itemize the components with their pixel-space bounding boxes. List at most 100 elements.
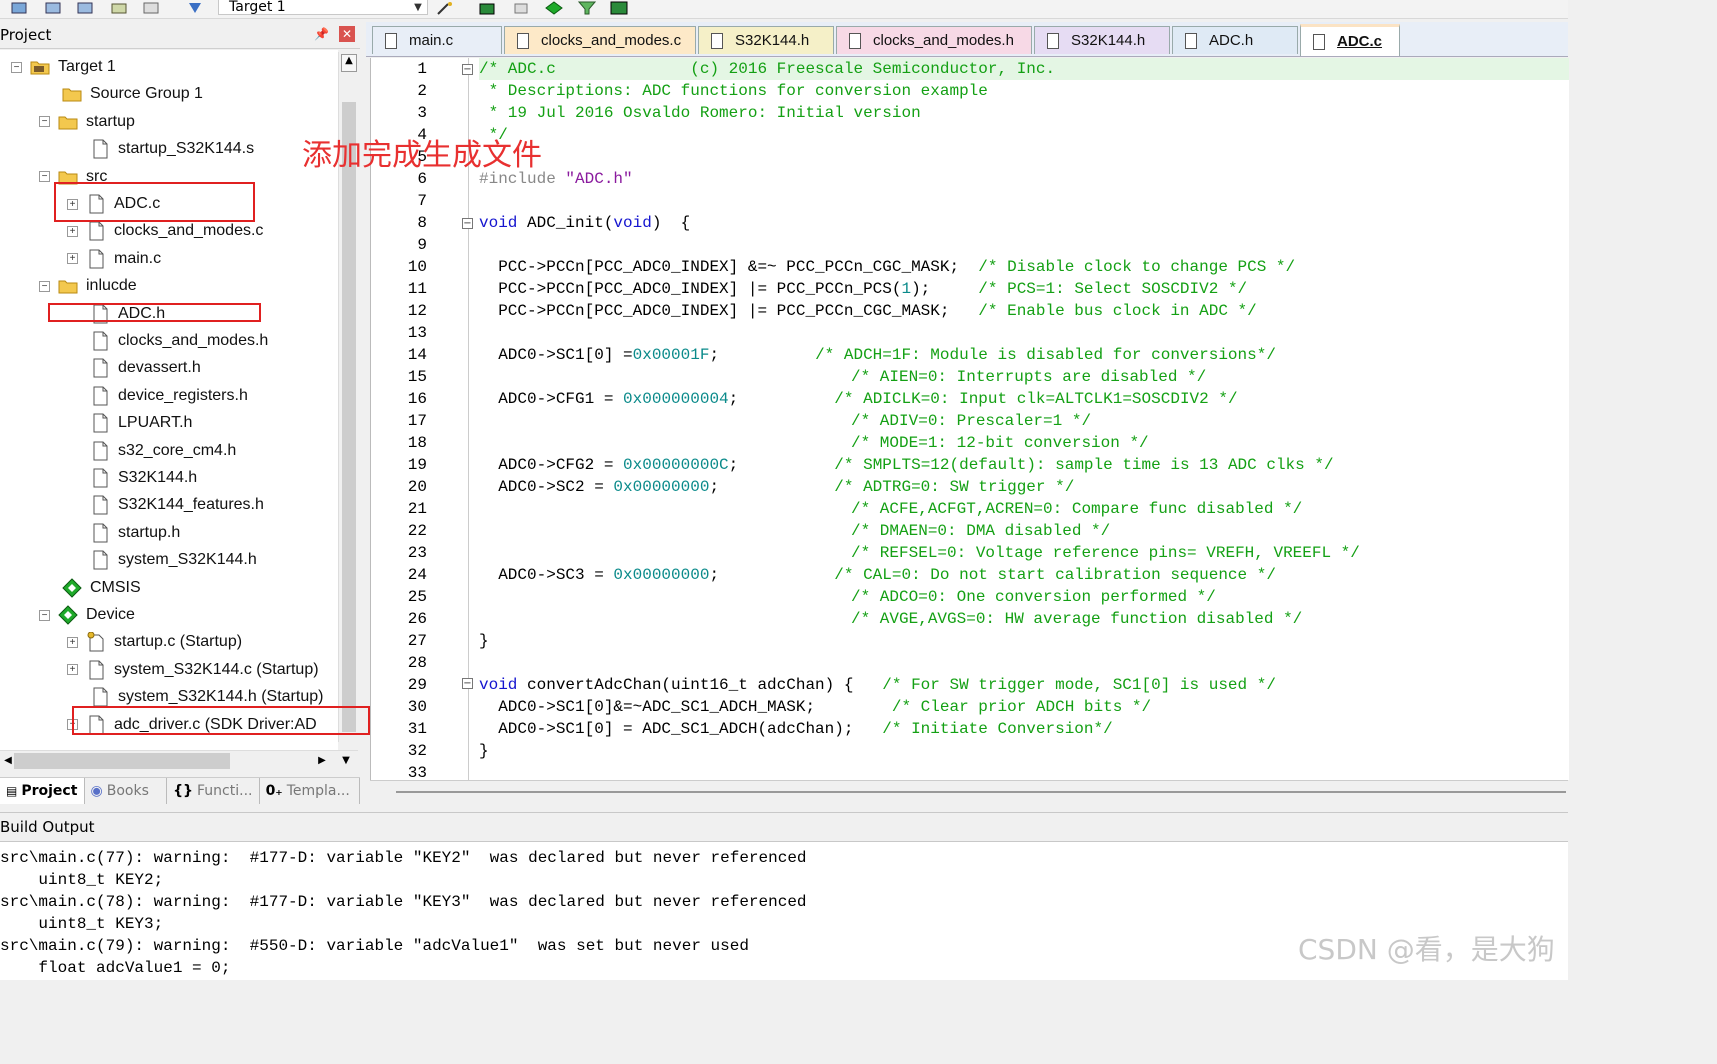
- folder-icon: [58, 112, 78, 132]
- close-icon[interactable]: ✕: [339, 26, 355, 42]
- download-icon[interactable]: [186, 0, 204, 14]
- toolbar-button-4[interactable]: [110, 0, 128, 14]
- build-output-header: Build Output: [0, 812, 1568, 842]
- line-number: 32: [407, 742, 427, 760]
- file-icon: [1047, 32, 1059, 49]
- editor-tab[interactable]: clocks_and_modes.c: [504, 26, 696, 54]
- scroll-up-arrow-icon[interactable]: ▲: [341, 54, 357, 72]
- filter-icon[interactable]: [577, 0, 597, 15]
- tree-item[interactable]: − inlucde: [39, 273, 137, 299]
- expand-icon[interactable]: +: [67, 225, 78, 237]
- tree-item[interactable]: + main.c: [67, 246, 161, 272]
- code-line-19: ADC0->CFG2 = 0x00000000C; /* SMPLTS=12(d…: [479, 456, 1334, 474]
- tree-item[interactable]: − startup: [39, 109, 135, 135]
- line-number: 1: [417, 60, 427, 78]
- line-number: 3: [417, 104, 427, 122]
- tab-books[interactable]: ◉ Books: [85, 778, 168, 804]
- target-select[interactable]: Target 1 ▼: [218, 0, 428, 15]
- fold-toggle-icon[interactable]: −: [462, 64, 473, 75]
- tree-item[interactable]: s32_core_cm4.h: [90, 438, 236, 464]
- project-panel-tabs: ▤ Project ◉ Books {} Functi... 0₊ Templa…: [0, 777, 360, 806]
- code-line-10: PCC->PCCn[PCC_ADC0_INDEX] &=~ PCC_PCCn_C…: [479, 258, 1296, 276]
- options-wand-icon[interactable]: [436, 0, 454, 15]
- editor-tab[interactable]: ADC.h: [1172, 26, 1298, 54]
- build-output-line: uint8_t KEY3;: [0, 915, 164, 933]
- scroll-thumb[interactable]: [342, 102, 356, 732]
- tree-item[interactable]: LPUART.h: [90, 410, 192, 436]
- toolbar-button-2[interactable]: [44, 0, 62, 14]
- editor-tab-label: clocks_and_modes.h: [873, 32, 1014, 49]
- editor-tab[interactable]: S32K144.h: [1034, 26, 1170, 54]
- collapse-icon[interactable]: −: [39, 116, 50, 128]
- editor-horizontal-scrollbar[interactable]: [370, 780, 1568, 807]
- toolbar-button-3[interactable]: [76, 0, 94, 14]
- tree-item[interactable]: startup_S32K144.s: [90, 136, 254, 162]
- tree-item[interactable]: devassert.h: [90, 355, 201, 381]
- fold-toggle-icon[interactable]: −: [462, 218, 473, 229]
- fold-toggle-icon[interactable]: −: [462, 678, 473, 689]
- books-icon: ◉: [90, 783, 103, 799]
- project-panel-header: Project 📌 ✕: [0, 22, 360, 49]
- tree-item[interactable]: clocks_and_modes.h: [90, 328, 268, 354]
- editor-tab-label: main.c: [409, 32, 454, 49]
- collapse-icon[interactable]: −: [39, 609, 50, 621]
- tree-item[interactable]: S32K144_features.h: [90, 492, 264, 518]
- line-number: 17: [407, 412, 427, 430]
- editor-tab[interactable]: main.c: [372, 26, 502, 54]
- editor-tab[interactable]: ADC.c: [1300, 24, 1400, 56]
- editor-tab-label: ADC.h: [1209, 32, 1254, 49]
- component-icon: [62, 577, 82, 598]
- expand-icon[interactable]: +: [67, 253, 78, 265]
- tab-templates[interactable]: 0₊ Templa...: [260, 778, 360, 804]
- toolbar-button-1[interactable]: [10, 0, 28, 14]
- editor-tab[interactable]: S32K144.h: [698, 26, 834, 54]
- scroll-right-arrow-icon[interactable]: ▶: [314, 753, 330, 769]
- code-editor[interactable]: 1 2 3 4 5 6 7 8 9 10 11 12 13 14 15 16 17 18 19 20 21 22 23 24 2…: [370, 58, 1569, 782]
- toolbar-button-8[interactable]: [610, 0, 628, 15]
- tree-item[interactable]: system_S32K144.h: [90, 547, 257, 573]
- collapse-icon[interactable]: −: [39, 280, 50, 292]
- tree-item[interactable]: Source Group 1: [62, 81, 203, 107]
- tree-item[interactable]: + clocks_and_modes.c: [67, 218, 263, 244]
- line-number: 20: [407, 478, 427, 496]
- tab-functions[interactable]: {} Functi...: [167, 778, 260, 804]
- file-icon: [90, 139, 110, 159]
- tree-item[interactable]: + startup.c (Startup): [67, 629, 242, 655]
- editor-scroll-track: [396, 791, 1566, 793]
- tree-horizontal-scrollbar[interactable]: ◀ ▶ ▼: [0, 750, 358, 771]
- tab-project[interactable]: ▤ Project: [0, 778, 85, 804]
- toolbar-button-5[interactable]: [142, 0, 160, 14]
- line-number: 11: [407, 280, 427, 298]
- line-number: 19: [407, 456, 427, 474]
- tree-item-label: clocks_and_modes.c: [114, 222, 264, 240]
- collapse-icon[interactable]: −: [39, 171, 50, 183]
- expand-icon[interactable]: +: [67, 664, 78, 676]
- toolbar-button-6[interactable]: [478, 0, 496, 15]
- scroll-down-arrow-icon[interactable]: ▼: [338, 753, 354, 769]
- code-line-14: ADC0->SC1[0] =0x00001F; /* ADCH=1F: Modu…: [479, 346, 1276, 364]
- key-file-icon: [86, 632, 106, 652]
- file-icon: [1185, 32, 1197, 49]
- tree-item[interactable]: device_registers.h: [90, 383, 248, 409]
- editor-tab-label: ADC.c: [1337, 33, 1383, 50]
- file-icon: [1313, 33, 1325, 50]
- editor-tab[interactable]: clocks_and_modes.h: [836, 26, 1032, 54]
- tree-item[interactable]: CMSIS: [62, 575, 141, 601]
- tree-item[interactable]: S32K144.h: [90, 465, 197, 491]
- tree-item-label: startup_S32K144.s: [118, 140, 255, 158]
- tree-item[interactable]: startup.h: [90, 520, 180, 546]
- collapse-icon[interactable]: −: [11, 61, 22, 73]
- tree-item[interactable]: + system_S32K144.c (Startup): [67, 657, 319, 683]
- toolbar-button-7[interactable]: [512, 0, 530, 14]
- expand-icon[interactable]: +: [67, 636, 78, 648]
- pin-icon[interactable]: 📌: [314, 27, 329, 41]
- build-output-line: float adcValue1 = 0;: [0, 959, 231, 977]
- line-number: 21: [407, 500, 427, 518]
- line-number: 31: [407, 720, 427, 738]
- scroll-thumb-horizontal[interactable]: [14, 753, 230, 769]
- manage-components-icon[interactable]: [545, 0, 563, 15]
- folder-icon: [62, 84, 82, 104]
- line-number: 29: [407, 676, 427, 694]
- tree-item[interactable]: − Device: [39, 602, 135, 628]
- tree-item[interactable]: − Target 1: [11, 54, 116, 80]
